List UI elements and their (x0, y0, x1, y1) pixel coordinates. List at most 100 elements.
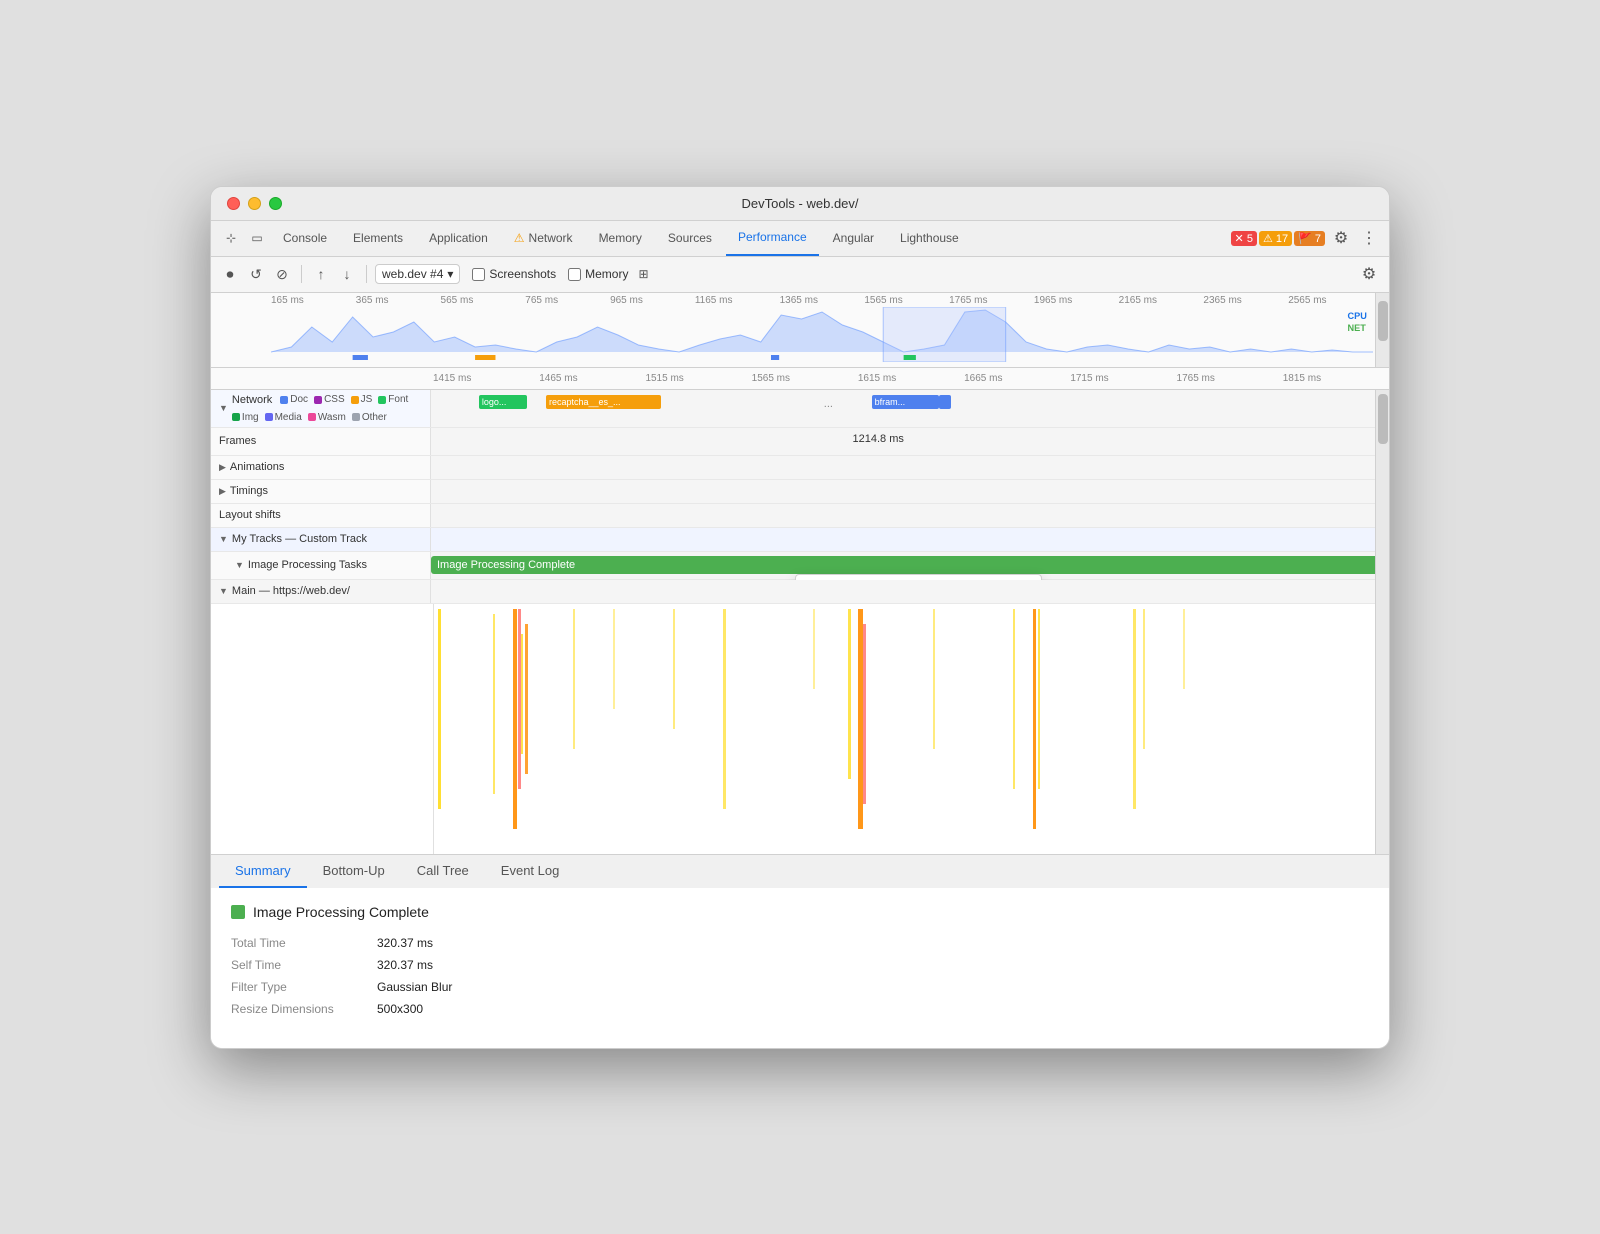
main-thread-expand-icon[interactable]: ▼ (219, 586, 228, 596)
summary-row-total-time: Total Time 320.37 ms (231, 936, 1369, 950)
main-thread-area (211, 604, 1389, 854)
frames-value: 1214.8 ms (853, 433, 904, 445)
more-icon[interactable]: ⋮ (1357, 226, 1381, 250)
tab-console[interactable]: Console (271, 221, 339, 256)
layout-shifts-row: Layout shifts (211, 504, 1389, 528)
nav-tabs: ⊹ ▭ Console Elements Application ⚠ Netwo… (211, 221, 1389, 257)
reload-button[interactable]: ↺ (245, 263, 267, 285)
summary-table: Total Time 320.37 ms Self Time 320.37 ms… (231, 936, 1369, 1016)
tab-performance[interactable]: Performance (726, 221, 819, 256)
frames-track-content: 1214.8 ms (431, 428, 1389, 456)
timings-track-row: ▶ Timings (211, 480, 1389, 504)
traffic-lights (227, 197, 282, 210)
network-track-row: ▼ 1214.8 ms Network Doc CSS JS Font Img … (211, 390, 1389, 428)
timings-label: ▶ Timings (211, 480, 431, 503)
main-thread-header-row: ▼ Main — https://web.dev/ (211, 580, 1389, 604)
tab-summary[interactable]: Summary (219, 855, 307, 888)
maximize-button[interactable] (269, 197, 282, 210)
info-badge: 🚩 7 (1294, 231, 1325, 246)
network-track-content: logo... recaptcha__es_... ... bfram... (431, 390, 1389, 418)
summary-row-self-time: Self Time 320.37 ms (231, 958, 1369, 972)
bottom-tabs: Summary Bottom-Up Call Tree Event Log (211, 854, 1389, 888)
tab-angular[interactable]: Angular (821, 221, 886, 256)
network-track-label: ▼ 1214.8 ms Network Doc CSS JS Font Img … (211, 390, 431, 427)
main-thread-label: ▼ Main — https://web.dev/ (211, 580, 431, 603)
animations-track-content (431, 456, 1389, 479)
image-processing-row: ▼ Image Processing Tasks Image Processin… (211, 552, 1389, 580)
tab-bottom-up[interactable]: Bottom-Up (307, 855, 401, 888)
minimize-button[interactable] (248, 197, 261, 210)
network-bar-logo[interactable]: logo... (479, 395, 527, 409)
title-bar: DevTools - web.dev/ (211, 187, 1389, 221)
tab-lighthouse[interactable]: Lighthouse (888, 221, 971, 256)
tab-network[interactable]: ⚠ Network (502, 221, 585, 256)
devtools-window: DevTools - web.dev/ ⊹ ▭ Console Elements… (210, 186, 1390, 1049)
timings-expand-icon[interactable]: ▶ (219, 486, 226, 497)
tab-event-log[interactable]: Event Log (485, 855, 576, 888)
timings-track-content (431, 480, 1389, 503)
window-title: DevTools - web.dev/ (741, 196, 858, 211)
image-processing-bar[interactable]: Image Processing Complete (431, 556, 1389, 574)
image-processing-label: ▼ Image Processing Tasks (211, 552, 431, 579)
toolbar-separator-2 (366, 265, 367, 283)
custom-track-header-label: ▼ My Tracks — Custom Track (211, 528, 431, 551)
svg-text:NET: NET (1347, 323, 1366, 333)
overview-scrollbar[interactable] (1375, 293, 1389, 367)
overview-area[interactable]: 165 ms 365 ms 565 ms 765 ms 965 ms 1165 … (211, 293, 1389, 368)
custom-track-expand-icon[interactable]: ▼ (219, 534, 228, 544)
toolbar-separator (301, 265, 302, 283)
memory-toggle[interactable]: Memory (568, 267, 628, 281)
tracks-area: ▼ 1214.8 ms Network Doc CSS JS Font Img … (211, 390, 1389, 854)
device-icon[interactable]: ▭ (245, 226, 269, 250)
clear-button[interactable]: ⊘ (271, 263, 293, 285)
summary-row-resize: Resize Dimensions 500x300 (231, 1002, 1369, 1016)
custom-track-header-content (431, 528, 1389, 551)
svg-text:CPU: CPU (1347, 311, 1366, 321)
memory-checkbox[interactable] (568, 268, 581, 281)
tab-call-tree[interactable]: Call Tree (401, 855, 485, 888)
memory-icon[interactable]: ⊞ (632, 263, 654, 285)
timeline-row: 1415 ms 1465 ms 1515 ms 1565 ms 1615 ms … (211, 368, 1389, 390)
screenshots-toggle[interactable]: Screenshots (472, 267, 556, 281)
image-processing-content: Image Processing Complete 320.37 ms Imag… (431, 552, 1389, 580)
layout-shifts-content (431, 504, 1389, 527)
record-button[interactable]: ⏺ (219, 263, 241, 285)
overview-waveform: CPU NET (271, 307, 1373, 362)
animations-label: ▶ Animations (211, 456, 431, 479)
main-scrollbar-thumb[interactable] (1378, 394, 1388, 444)
tab-application[interactable]: Application (417, 221, 500, 256)
download-button[interactable]: ↓ (336, 263, 358, 285)
overview-scrollbar-thumb[interactable] (1378, 301, 1388, 341)
screenshots-checkbox[interactable] (472, 268, 485, 281)
layout-shifts-label: Layout shifts (211, 504, 431, 527)
summary-row-filter-type: Filter Type Gaussian Blur (231, 980, 1369, 994)
processing-tooltip: 320.37 ms Image processed successfully (795, 574, 1042, 580)
frames-label: Frames (211, 428, 431, 455)
network-expand-icon[interactable]: ▼ (219, 403, 228, 413)
custom-track-header-row: ▼ My Tracks — Custom Track (211, 528, 1389, 552)
network-bar-bfram[interactable]: bfram... (872, 395, 939, 409)
animations-expand-icon[interactable]: ▶ (219, 462, 226, 473)
animations-track-row: ▶ Animations (211, 456, 1389, 480)
warning-badge: ⚠ 17 (1259, 231, 1292, 246)
close-button[interactable] (227, 197, 240, 210)
perf-settings-icon[interactable]: ⚙ (1357, 262, 1381, 286)
main-scrollbar[interactable] (1375, 390, 1389, 854)
tab-memory[interactable]: Memory (587, 221, 654, 256)
settings-icon[interactable]: ⚙ (1329, 226, 1353, 250)
target-selector[interactable]: web.dev #4 ▾ (375, 264, 460, 284)
image-processing-expand-icon[interactable]: ▼ (235, 560, 244, 570)
tab-elements[interactable]: Elements (341, 221, 415, 256)
main-thread-header-content (431, 580, 1389, 603)
frames-track-row: Frames 1214.8 ms (211, 428, 1389, 456)
tab-sources[interactable]: Sources (656, 221, 724, 256)
network-bar-recaptcha[interactable]: recaptcha__es_... (546, 395, 661, 409)
summary-title: Image Processing Complete (231, 904, 1369, 920)
error-badge: ✕ 5 (1231, 231, 1257, 246)
inspect-icon[interactable]: ⊹ (219, 226, 243, 250)
flame-chart-svg (433, 604, 1389, 854)
toolbar: ⏺ ↺ ⊘ ↑ ↓ web.dev #4 ▾ Screenshots Memor… (211, 257, 1389, 293)
network-ellipsis: ... (824, 398, 833, 410)
upload-button[interactable]: ↑ (310, 263, 332, 285)
summary-color-box (231, 905, 245, 919)
